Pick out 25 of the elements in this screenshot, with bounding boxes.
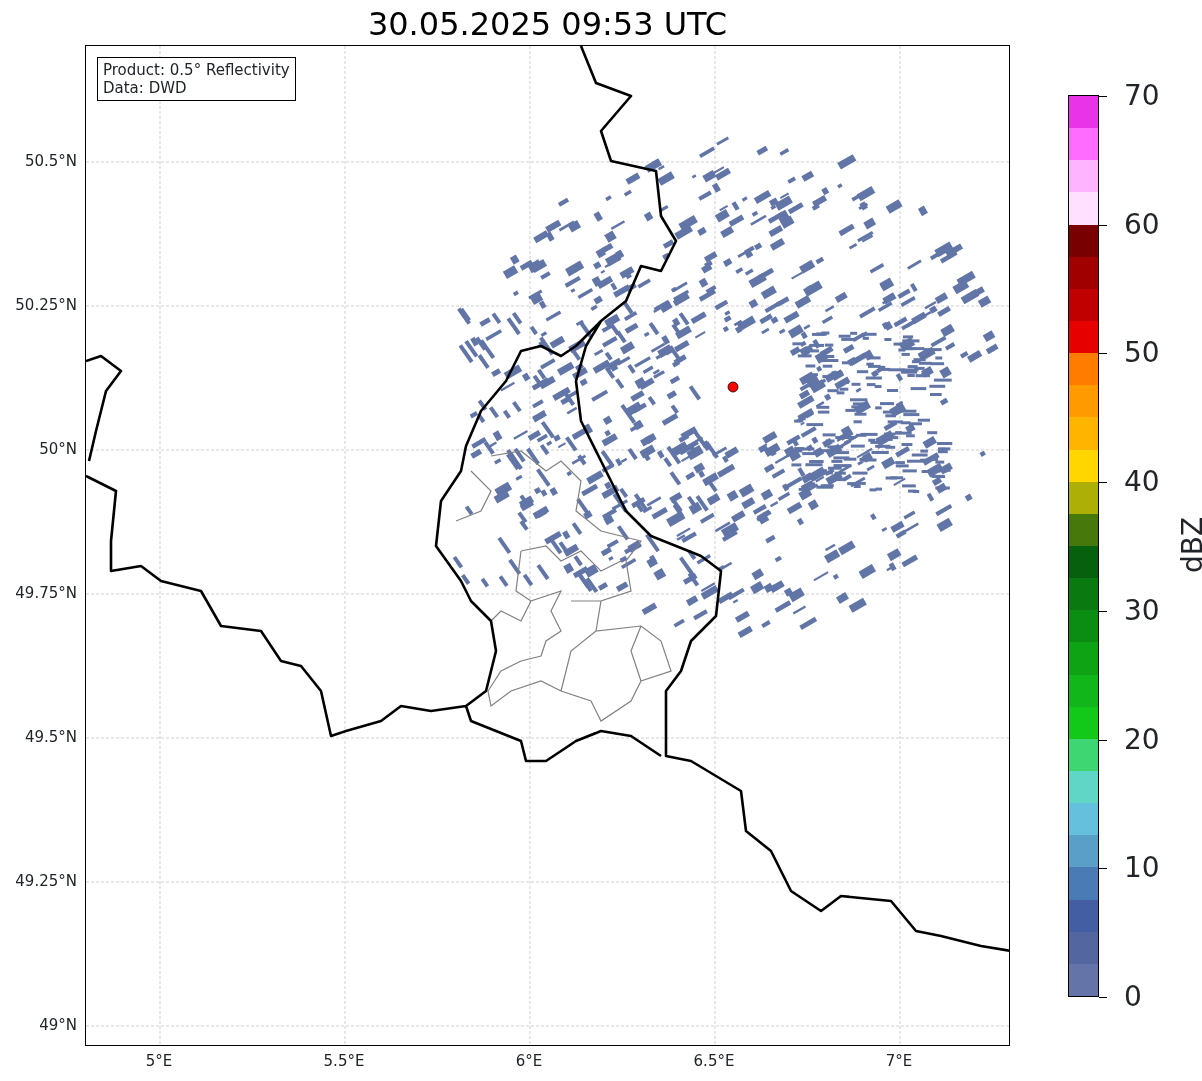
longitude-label: 5°E bbox=[145, 1052, 173, 1070]
latitude-label: 49.75°N bbox=[15, 584, 77, 602]
colorbar-tick-label: 40 bbox=[1124, 467, 1160, 498]
colorbar-label: dBZ bbox=[1178, 516, 1202, 574]
longitude-label: 6°E bbox=[515, 1052, 543, 1070]
latitude-label: 49.5°N bbox=[24, 728, 77, 746]
chart-title: 30.05.2025 09:53 UTC bbox=[366, 4, 729, 45]
latitude-label: 50.5°N bbox=[24, 152, 77, 170]
colorbar-tick-label: 70 bbox=[1124, 81, 1160, 111]
colorbar-tick-label: 50 bbox=[1124, 338, 1160, 369]
latitude-label: 49°N bbox=[39, 1016, 77, 1034]
colorbar-tick-label: 60 bbox=[1124, 209, 1160, 240]
colorbar-tick-label: 20 bbox=[1124, 724, 1160, 755]
latitude-label: 50°N bbox=[39, 440, 77, 458]
radar-site-marker bbox=[727, 381, 739, 393]
latitude-label: 50.25°N bbox=[15, 296, 77, 314]
longitude-label: 5.5°E bbox=[323, 1052, 365, 1070]
latitude-label: 49.25°N bbox=[15, 872, 77, 890]
colorbar-tick-label: 30 bbox=[1124, 595, 1160, 626]
colorbar-tick-label: 0 bbox=[1124, 982, 1142, 1012]
legend-text: Data: DWD bbox=[103, 79, 188, 97]
longitude-label: 7°E bbox=[885, 1052, 913, 1070]
legend-text: Product: 0.5° Reflectivity bbox=[103, 61, 290, 79]
longitude-label: 6.5°E bbox=[693, 1052, 735, 1070]
colorbar-tick-label: 10 bbox=[1124, 853, 1160, 884]
